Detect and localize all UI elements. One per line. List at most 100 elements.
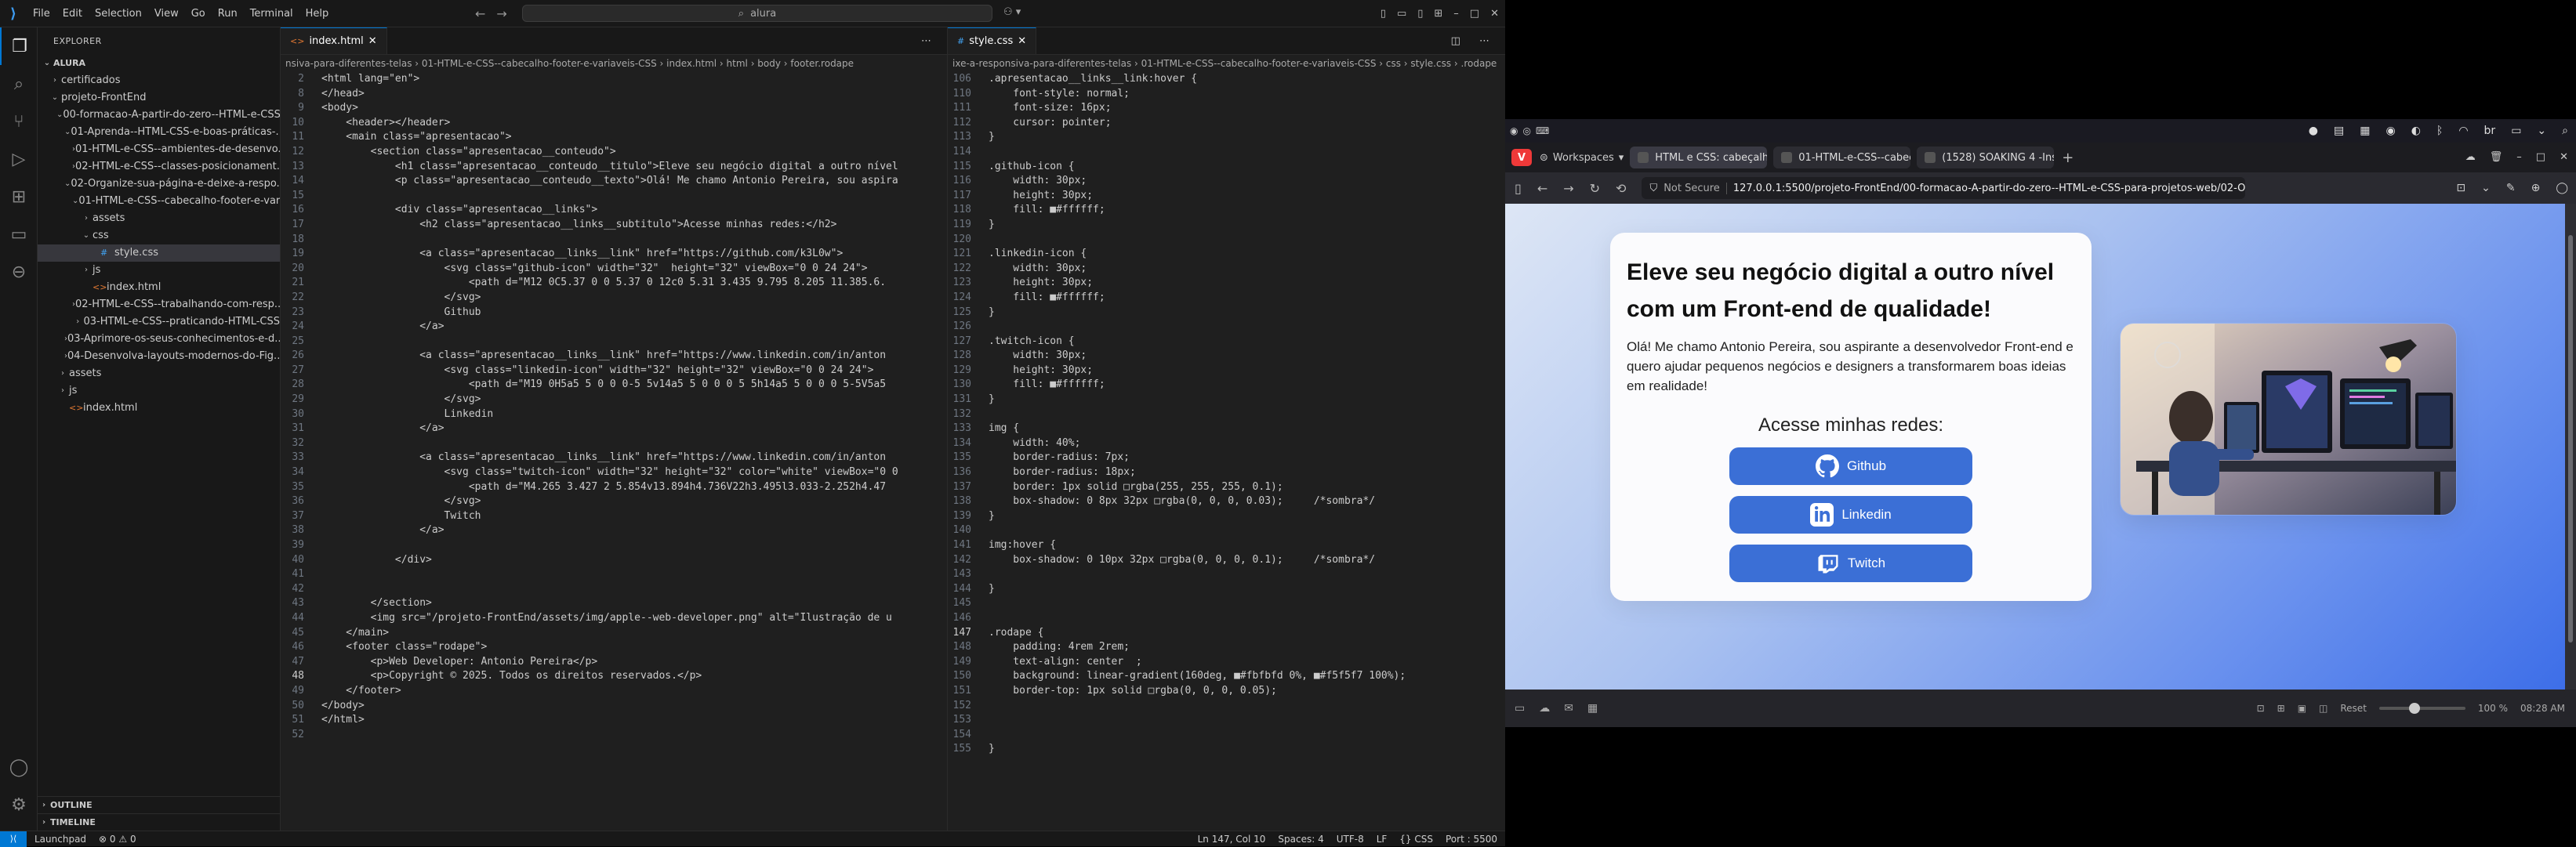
code-editor-html[interactable]: 2 <html lang="en"> 8 </head> 9 <body> 10 <head… [281, 72, 947, 742]
tree-item[interactable]: ⌄ projeto-FrontEnd [38, 89, 280, 107]
tree-item[interactable]: # style.css [38, 244, 280, 262]
code-line[interactable]: 130 fill: ■#ffffff; [948, 378, 1505, 393]
twitch-link-button[interactable]: Twitch [1729, 545, 1972, 582]
breadcrumb[interactable]: ixe-a-responsiva-para-diferentes-telas ›… [948, 55, 1505, 72]
code-line[interactable]: 23 Github [281, 306, 947, 320]
panel-icon[interactable]: ▭ [1515, 702, 1525, 715]
search-icon[interactable]: ⌕ [2562, 125, 2568, 137]
address-bar[interactable]: ⛉ Not Secure 127.0.0.1:5500/projeto-Fron… [1642, 177, 2246, 199]
app-launcher-icon[interactable]: ◉ [1510, 125, 1518, 136]
code-line[interactable]: 22 </svg> [281, 291, 947, 306]
not-secure-badge[interactable]: Not Secure [1664, 182, 1727, 194]
code-line[interactable]: 148 padding: 4rem 2rem; [948, 640, 1505, 655]
trash-icon[interactable]: 🗑 [2490, 143, 2503, 172]
code-line[interactable]: 9 <body> [281, 101, 947, 116]
code-line[interactable]: 111 font-size: 16px; [948, 101, 1505, 116]
browser-tab[interactable]: 01-HTML-e-CSS--cabeçalho- [1773, 147, 1911, 168]
code-line[interactable]: 14 <p class="apresentacao__conteudo__tex… [281, 174, 947, 189]
code-line[interactable]: 143 [948, 567, 1505, 582]
code-line[interactable]: 31 </a> [281, 422, 947, 436]
maximize-icon[interactable]: □ [1470, 8, 1479, 20]
code-line[interactable]: 39 [281, 538, 947, 553]
toggle-sidebar-icon[interactable]: ▯ [1381, 8, 1386, 20]
tree-item[interactable]: › 04-Desenvolva-layouts-modernos-do-Fig..… [38, 348, 280, 365]
zoom-slider[interactable] [2378, 703, 2465, 714]
tree-item[interactable]: <> index.html [38, 279, 280, 296]
code-line[interactable]: 141 img:hover { [948, 538, 1505, 553]
account-icon[interactable]: ◯ [0, 748, 38, 786]
volume-icon[interactable]: ◐ [2411, 125, 2421, 137]
code-line[interactable]: 135 border-radius: 7px; [948, 451, 1505, 465]
extensions-icon[interactable]: ⊕ [2531, 172, 2541, 204]
network-icon[interactable]: ● [2309, 125, 2318, 137]
status-item[interactable]: LF [1377, 831, 1388, 847]
toggle-panel-icon[interactable]: ▭ [1397, 8, 1406, 20]
code-line[interactable]: 24 </a> [281, 320, 947, 335]
code-line[interactable]: 116 width: 30px; [948, 174, 1505, 189]
code-line[interactable]: 46 <footer class="rodape"> [281, 640, 947, 655]
code-line[interactable]: 145 [948, 596, 1505, 611]
code-line[interactable]: 37 Twitch [281, 509, 947, 524]
code-line[interactable]: 124 fill: ■#ffffff; [948, 291, 1505, 306]
code-line[interactable]: 137 border: 1px solid □rgba(255, 255, 25… [948, 480, 1505, 495]
code-line[interactable]: 153 [948, 713, 1505, 728]
tree-item[interactable]: › js [38, 382, 280, 400]
minimize-icon[interactable]: – [1453, 8, 1459, 20]
profile-icon[interactable]: ◯ [2556, 172, 2568, 204]
code-line[interactable]: 33 <a class="apresentacao__links__link" … [281, 451, 947, 465]
code-line[interactable]: 114 [948, 145, 1505, 160]
code-line[interactable]: 41 [281, 567, 947, 582]
menu-item[interactable]: File [27, 0, 56, 27]
code-line[interactable]: 38 </a> [281, 523, 947, 538]
code-line[interactable]: 25 [281, 335, 947, 349]
code-line[interactable]: 144} [948, 582, 1505, 597]
code-line[interactable]: 146 [948, 611, 1505, 626]
tree-item[interactable]: › 03-HTML-e-CSS--praticando-HTML-CSS [38, 313, 280, 331]
code-line[interactable]: 138 box-shadow: 0 8px 32px □rgba(0, 0, 0… [948, 494, 1505, 509]
back-icon[interactable]: ← [475, 6, 485, 21]
menu-item[interactable]: Terminal [244, 0, 299, 27]
code-line[interactable]: 47 <p>Web Developer: Antonio Pereira</p> [281, 655, 947, 670]
close-icon[interactable]: ✕ [2560, 143, 2568, 172]
close-icon[interactable]: ✕ [1490, 8, 1499, 20]
reset-zoom-button[interactable]: Reset [2340, 690, 2367, 727]
cloud-icon[interactable]: ☁ [1539, 702, 1550, 715]
search-view-icon[interactable]: ⌕ [0, 65, 38, 103]
editor-actions-icon[interactable]: ◫ ⋯ [1451, 27, 1497, 55]
code-line[interactable]: 119} [948, 218, 1505, 233]
code-line[interactable]: 139} [948, 509, 1505, 524]
breadcrumb[interactable]: nsiva-para-diferentes-telas › 01-HTML-e-… [281, 55, 947, 72]
mail-icon[interactable]: ✉ [1564, 702, 1573, 715]
linkedin-link-button[interactable]: Linkedin [1729, 496, 1972, 534]
close-tab-icon[interactable]: ✕ [368, 35, 377, 47]
code-line[interactable]: 118 fill: ■#ffffff; [948, 203, 1505, 218]
code-line[interactable]: 147 .rodape { [948, 626, 1505, 641]
keyboard-layout-icon[interactable]: br [2484, 125, 2496, 137]
capture-icon[interactable]: ⊡ [2257, 690, 2265, 727]
code-line[interactable]: 40 </div> [281, 553, 947, 568]
cloud-sync-icon[interactable]: ☁ [2465, 143, 2476, 172]
menu-item[interactable]: Edit [56, 0, 89, 27]
browser-tab[interactable]: HTML e CSS: cabeçalho, fo [1630, 147, 1768, 168]
run-debug-icon[interactable]: ▷ [0, 140, 38, 178]
calendar-icon[interactable]: ▦ [2360, 125, 2370, 137]
bluetooth-icon[interactable]: ᛒ [2436, 125, 2443, 137]
tree-item[interactable]: › 03-Aprimore-os-seus-conhecimentos-e-d..… [38, 331, 280, 348]
code-line[interactable]: 10 <header></header> [281, 116, 947, 131]
github-link-button[interactable]: Github [1729, 447, 1972, 485]
code-line[interactable]: 27 <svg class="linkedin-icon" width="32"… [281, 364, 947, 378]
new-tab-button[interactable]: + [2062, 150, 2073, 166]
code-line[interactable]: 16 <div class="apresentacao__links"> [281, 203, 947, 218]
display-icon[interactable]: ▭ [2511, 125, 2521, 137]
code-line[interactable]: 123 height: 30px; [948, 276, 1505, 291]
code-line[interactable]: 125} [948, 306, 1505, 320]
code-line[interactable]: 112 cursor: pointer; [948, 116, 1505, 131]
toggle-secondary-sidebar-icon[interactable]: ▯ [1417, 8, 1423, 20]
code-line[interactable]: 32 [281, 436, 947, 451]
code-line[interactable]: 127 .twitch-icon { [948, 335, 1505, 349]
code-line[interactable]: 122 width: 30px; [948, 262, 1505, 277]
code-line[interactable]: 149 text-align: center ; [948, 655, 1505, 670]
tree-item[interactable]: <> index.html [38, 400, 280, 417]
status-item[interactable]: UTF-8 [1337, 831, 1364, 847]
rewind-icon[interactable]: ⟲ [1616, 181, 1626, 196]
